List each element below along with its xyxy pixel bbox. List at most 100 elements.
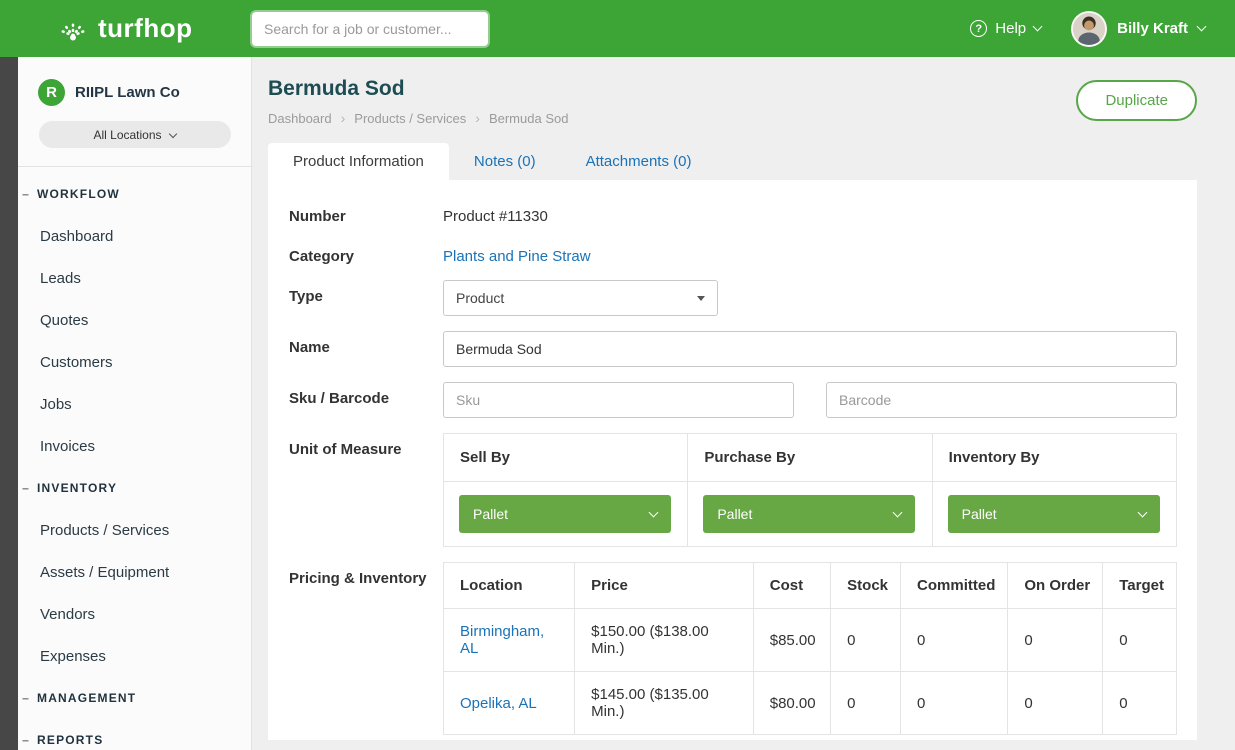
chevron-down-icon xyxy=(1197,22,1207,32)
form-row-name: Name xyxy=(289,331,1177,367)
sidebar-item-customers[interactable]: Customers xyxy=(18,341,251,383)
sku-barcode-label: Sku / Barcode xyxy=(289,382,443,418)
location-link-birmingham[interactable]: Birmingham, AL xyxy=(460,623,544,657)
target-cell: 0 xyxy=(1103,672,1177,735)
chevron-down-icon xyxy=(1033,22,1043,32)
sidebar-item-vendors[interactable]: Vendors xyxy=(18,593,251,635)
sidebar-item-leads[interactable]: Leads xyxy=(18,257,251,299)
sell-by-value: Pallet xyxy=(473,506,508,522)
page-header: Bermuda Sod Dashboard › Products / Servi… xyxy=(268,57,1197,126)
company-header: R RIIPL Lawn Co xyxy=(18,57,251,106)
type-select[interactable]: Product xyxy=(443,280,718,316)
table-row: Opelika, AL $145.00 ($135.00 Min.) $80.0… xyxy=(444,672,1177,735)
sidebar-section-reports: -- REPORTS xyxy=(18,719,251,750)
category-label: Category xyxy=(289,240,443,265)
sku-input[interactable] xyxy=(443,382,794,418)
breadcrumb-separator-icon: › xyxy=(475,110,480,126)
section-dash-icon: -- xyxy=(22,187,28,201)
logo-wordmark: turfhop xyxy=(98,13,192,44)
location-link-opelika[interactable]: Opelika, AL xyxy=(460,695,537,712)
chevron-down-icon xyxy=(168,129,176,137)
location-filter-dropdown[interactable]: All Locations xyxy=(39,121,231,148)
form-row-type: Type Product xyxy=(289,280,1177,316)
section-label: INVENTORY xyxy=(37,481,117,495)
sidebar-item-jobs[interactable]: Jobs xyxy=(18,383,251,425)
breadcrumb-products-services[interactable]: Products / Services xyxy=(354,111,466,126)
user-menu[interactable]: Billy Kraft xyxy=(1071,11,1205,47)
section-dash-icon: -- xyxy=(22,733,28,747)
form-row-pricing-inventory: Pricing & Inventory Location Price Cost … xyxy=(289,562,1177,735)
sell-by-dropdown[interactable]: Pallet xyxy=(459,495,671,533)
section-label: REPORTS xyxy=(37,733,103,747)
sidebar-item-quotes[interactable]: Quotes xyxy=(18,299,251,341)
on-order-cell: 0 xyxy=(1008,672,1103,735)
product-info-panel: Number Product #11330 Category Plants an… xyxy=(268,180,1197,740)
section-label: MANAGEMENT xyxy=(37,691,136,705)
sidebar-item-products-services[interactable]: Products / Services xyxy=(18,509,251,551)
cost-cell: $85.00 xyxy=(753,609,830,672)
section-dash-icon: -- xyxy=(22,691,28,705)
form-row-unit-of-measure: Unit of Measure Sell By Purchase By Inve… xyxy=(289,433,1177,547)
sidebar-item-invoices[interactable]: Invoices xyxy=(18,425,251,467)
tab-product-information[interactable]: Product Information xyxy=(268,143,449,180)
sidebar-section-inventory: -- INVENTORY xyxy=(18,467,251,509)
tab-notes[interactable]: Notes (0) xyxy=(449,143,561,180)
form-row-number: Number Product #11330 xyxy=(289,200,1177,225)
category-link[interactable]: Plants and Pine Straw xyxy=(443,248,591,265)
inventory-by-value: Pallet xyxy=(962,506,997,522)
search-container xyxy=(252,12,488,46)
type-select-value: Product xyxy=(456,290,504,306)
breadcrumb-dashboard[interactable]: Dashboard xyxy=(268,111,332,126)
global-search-input[interactable] xyxy=(252,12,488,46)
uom-header-purchase-by: Purchase By xyxy=(688,434,932,482)
sidebar-item-assets-equipment[interactable]: Assets / Equipment xyxy=(18,551,251,593)
on-order-cell: 0 xyxy=(1008,609,1103,672)
number-value: Product #11330 xyxy=(443,200,1177,225)
name-input[interactable] xyxy=(443,331,1177,367)
cost-cell: $80.00 xyxy=(753,672,830,735)
tab-attachments[interactable]: Attachments (0) xyxy=(561,143,717,180)
col-cost: Cost xyxy=(753,563,830,609)
col-price: Price xyxy=(575,563,754,609)
col-location: Location xyxy=(444,563,575,609)
price-cell: $145.00 ($135.00 Min.) xyxy=(575,672,754,735)
dropdown-arrow-icon xyxy=(697,296,705,301)
duplicate-button[interactable]: Duplicate xyxy=(1076,80,1197,121)
left-edge-strip xyxy=(0,57,18,750)
sidebar-nav: -- WORKFLOW Dashboard Leads Quotes Custo… xyxy=(18,167,251,750)
purchase-by-value: Pallet xyxy=(717,506,752,522)
stock-cell: 0 xyxy=(831,672,901,735)
stock-cell: 0 xyxy=(831,609,901,672)
main-content: Bermuda Sod Dashboard › Products / Servi… xyxy=(252,57,1235,750)
help-icon: ? xyxy=(970,20,987,37)
col-on-order: On Order xyxy=(1008,563,1103,609)
barcode-input[interactable] xyxy=(826,382,1177,418)
topbar-right: ? Help Billy Kraft xyxy=(970,11,1235,47)
col-target: Target xyxy=(1103,563,1177,609)
help-menu[interactable]: ? Help xyxy=(970,20,1041,37)
col-stock: Stock xyxy=(831,563,901,609)
chevron-down-icon xyxy=(1137,507,1147,517)
location-filter-label: All Locations xyxy=(93,128,161,142)
user-name: Billy Kraft xyxy=(1117,20,1188,37)
section-label: WORKFLOW xyxy=(37,187,120,201)
sidebar-item-expenses[interactable]: Expenses xyxy=(18,635,251,677)
type-label: Type xyxy=(289,280,443,316)
chevron-down-icon xyxy=(649,507,659,517)
purchase-by-dropdown[interactable]: Pallet xyxy=(703,495,915,533)
sidebar-section-management: -- MANAGEMENT xyxy=(18,677,251,719)
breadcrumb-current: Bermuda Sod xyxy=(489,111,569,126)
turfhop-logo[interactable]: turfhop xyxy=(0,12,252,46)
inventory-by-dropdown[interactable]: Pallet xyxy=(948,495,1160,533)
breadcrumb: Dashboard › Products / Services › Bermud… xyxy=(268,110,568,126)
chevron-down-icon xyxy=(893,507,903,517)
page-title: Bermuda Sod xyxy=(268,77,568,101)
pricing-header-row: Location Price Cost Stock Committed On O… xyxy=(444,563,1177,609)
committed-cell: 0 xyxy=(901,672,1008,735)
unit-of-measure-table: Sell By Purchase By Inventory By Pallet xyxy=(443,433,1177,547)
uom-header-sell-by: Sell By xyxy=(444,434,688,482)
company-logo: R xyxy=(38,79,65,106)
pricing-inventory-label: Pricing & Inventory xyxy=(289,562,443,735)
sidebar: R RIIPL Lawn Co All Locations -- WORKFLO… xyxy=(18,57,252,750)
sidebar-item-dashboard[interactable]: Dashboard xyxy=(18,215,251,257)
